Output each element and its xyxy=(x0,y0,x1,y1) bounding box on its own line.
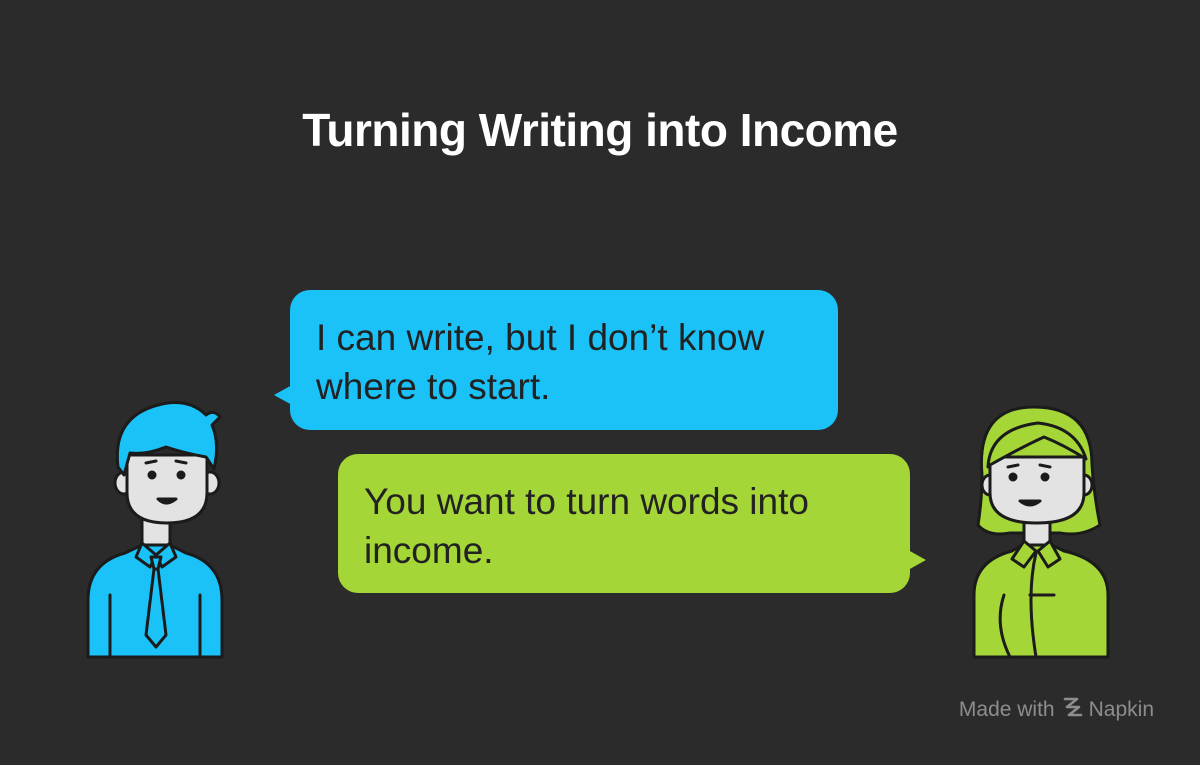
man-with-tie-icon xyxy=(80,395,230,665)
napkin-logo-icon xyxy=(1063,696,1083,724)
left-message-text: I can write, but I don’t know where to s… xyxy=(316,317,765,407)
woman-icon xyxy=(960,395,1120,665)
made-with-text: Made with xyxy=(958,698,1055,721)
footer-credit: Made with Napkin xyxy=(959,696,1154,724)
right-message-text: You want to turn words into income. xyxy=(364,481,809,571)
right-bubble-tail xyxy=(908,550,926,570)
right-speech-bubble: You want to turn words into income. xyxy=(338,454,910,593)
page-title: Turning Writing into Income xyxy=(302,104,898,156)
left-speech-bubble: I can write, but I don’t know where to s… xyxy=(290,290,838,430)
napkin-brand: Napkin xyxy=(1063,696,1154,724)
napkin-brand-text: Napkin xyxy=(1088,698,1154,721)
